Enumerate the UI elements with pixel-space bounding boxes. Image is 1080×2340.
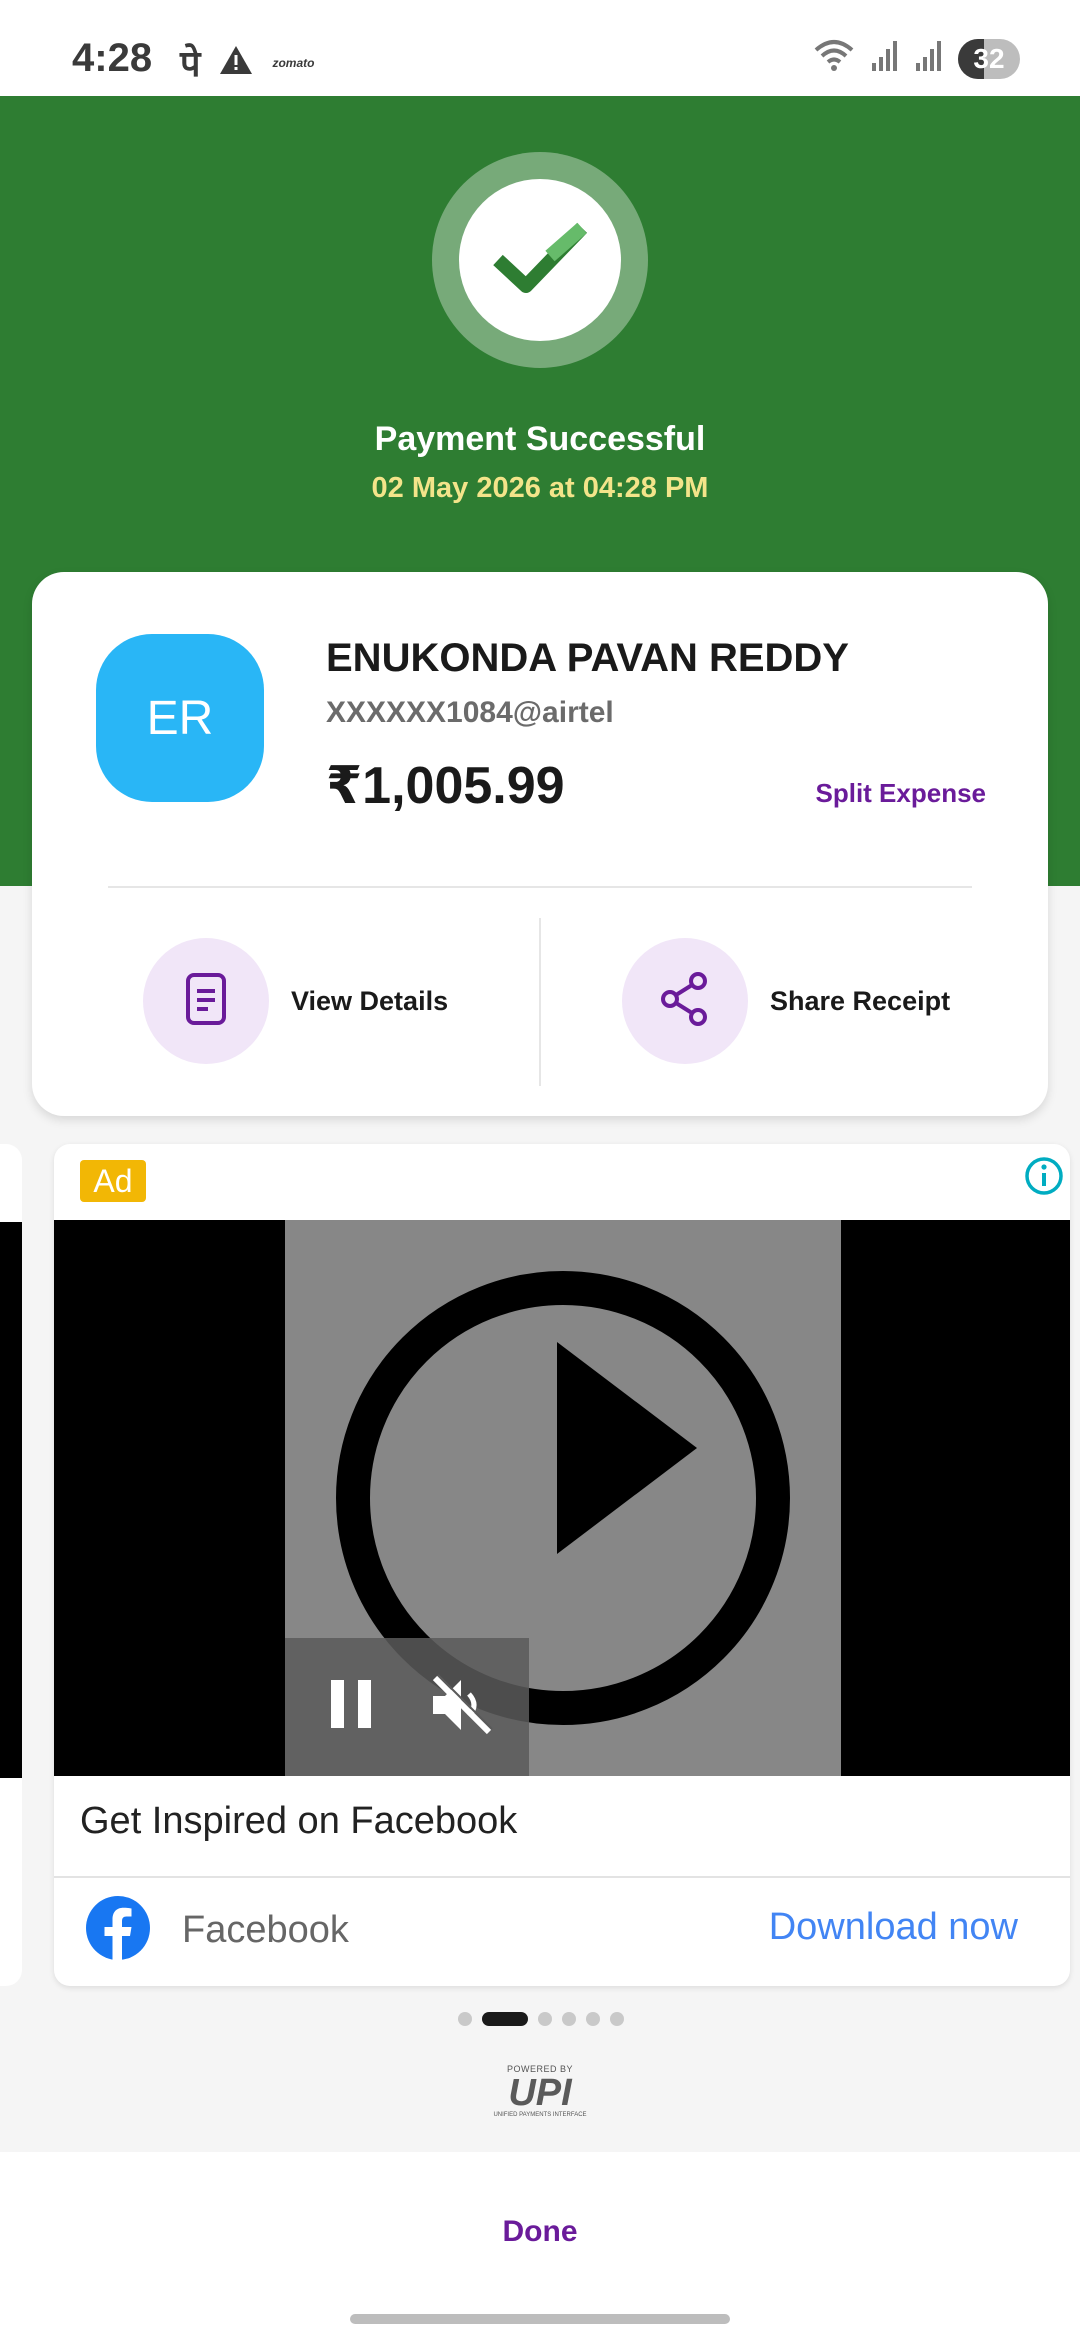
payment-status-title: Payment Successful (374, 420, 706, 458)
carousel-dot[interactable] (610, 2012, 624, 2026)
upi-tagline: UNIFIED PAYMENTS INTERFACE (493, 2112, 587, 2118)
ad-advertiser: Facebook (86, 1896, 349, 1965)
payment-datetime: 02 May 2026 at 04:28 PM (371, 472, 709, 504)
status-time: 4:28 (72, 36, 153, 80)
previous-ad-card[interactable] (0, 1144, 22, 1986)
split-expense-button[interactable]: Split Expense (816, 778, 987, 809)
status-bar: 4:28 पे zomato 32 (0, 0, 1080, 96)
payee-upi-id: XXXXXX1084@airtel (326, 696, 614, 729)
document-icon (182, 971, 230, 1032)
wifi-icon (812, 38, 856, 79)
payee-name: ENUKONDA PAVAN REDDY (326, 636, 849, 680)
carousel-dot[interactable] (538, 2012, 552, 2026)
payee-card: ER ENUKONDA PAVAN REDDY XXXXXX1084@airte… (32, 572, 1048, 1116)
download-now-button[interactable]: Download now (769, 1906, 1018, 1949)
status-notification-icons: पे zomato (180, 38, 314, 87)
view-details-button[interactable]: View Details (143, 938, 448, 1064)
ad-brand-name: Facebook (182, 1909, 349, 1951)
divider (108, 886, 972, 888)
video-controls (285, 1638, 529, 1776)
carousel-dot[interactable] (458, 2012, 472, 2026)
share-icon (658, 971, 712, 1032)
checkmark-icon (490, 218, 590, 303)
share-receipt-button[interactable]: Share Receipt (622, 938, 950, 1064)
ad-title: Get Inspired on Facebook (80, 1800, 518, 1842)
signal-icon (914, 39, 944, 78)
share-receipt-label: Share Receipt (770, 985, 951, 1016)
ad-video[interactable] (54, 1220, 1070, 1776)
warning-icon (218, 44, 254, 81)
carousel-indicator (458, 2012, 624, 2026)
signal-icon (870, 39, 900, 78)
divider (54, 1876, 1070, 1878)
view-details-label: View Details (291, 985, 449, 1016)
avatar: ER (96, 634, 264, 802)
carousel-dot[interactable] (562, 2012, 576, 2026)
payment-amount: ₹1,005.99 (326, 757, 565, 815)
carousel-dot[interactable] (586, 2012, 600, 2026)
divider (539, 918, 541, 1086)
bottom-bar: Done (0, 2152, 1080, 2340)
info-icon[interactable] (1022, 1154, 1066, 1203)
battery-icon: 32 (958, 38, 1020, 79)
done-button[interactable]: Done (440, 2202, 640, 2262)
zomato-notification-icon: zomato (272, 55, 315, 70)
mute-icon[interactable] (429, 1672, 495, 1743)
upi-logo: POWERED BY UPI UNIFIED PAYMENTS INTERFAC… (484, 2064, 596, 2124)
ad-badge: Ad (80, 1160, 146, 1202)
pause-icon[interactable] (329, 1678, 375, 1735)
phonepe-notification-icon: पे (180, 43, 201, 84)
carousel-dot-active[interactable] (482, 2012, 528, 2026)
upi-wordmark: UPI (508, 2072, 572, 2114)
facebook-logo-icon (86, 1896, 150, 1965)
status-system-icons: 32 (812, 38, 1020, 79)
battery-level: 32 (973, 42, 1005, 74)
success-check-ring (432, 152, 648, 368)
home-indicator[interactable] (350, 2314, 730, 2324)
ad-card[interactable]: Ad Get Inspired on Facebook Facebook Dow… (54, 1144, 1070, 1986)
